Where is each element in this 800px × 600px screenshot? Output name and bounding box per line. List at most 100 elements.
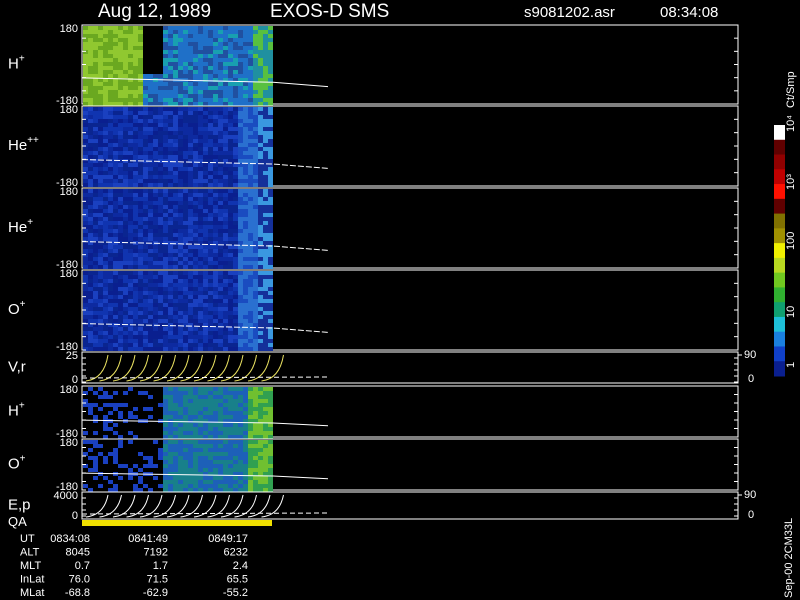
spectrogram-cell xyxy=(178,171,183,175)
spectrogram-cell xyxy=(173,403,178,407)
spectrogram-cell xyxy=(233,217,238,221)
spectrogram-cell xyxy=(188,139,193,143)
spectrogram-cell xyxy=(113,217,118,221)
spectrogram-cell xyxy=(108,86,113,90)
spectrogram-cell xyxy=(148,123,153,127)
spectrogram-cell xyxy=(148,295,153,299)
spectrogram-cell xyxy=(148,311,153,315)
spectrogram-cell xyxy=(143,279,148,283)
spectrogram-cell xyxy=(173,253,178,257)
spectrogram-cell xyxy=(98,30,103,34)
spectrogram-cell xyxy=(103,74,108,78)
spectrogram-cell xyxy=(158,253,163,257)
spectrogram-cell xyxy=(203,291,208,295)
spectrogram-cell xyxy=(223,155,228,159)
spectrogram-cell xyxy=(268,62,273,66)
spectrogram-cell xyxy=(253,295,258,299)
spectrogram-cell xyxy=(88,391,93,395)
spectrogram-cell xyxy=(243,58,248,62)
spectrogram-cell xyxy=(173,98,178,102)
spectrogram-cell xyxy=(173,484,178,488)
spectrogram-cell xyxy=(128,237,133,241)
spectrogram-cell xyxy=(128,291,133,295)
spectrogram-cell xyxy=(128,347,133,351)
spectrogram-cell xyxy=(218,167,223,171)
spectrogram-cell xyxy=(263,90,268,94)
spectrogram-cell xyxy=(148,391,153,395)
spectrogram-cell xyxy=(188,46,193,50)
spectrogram-cell xyxy=(223,179,228,183)
spectrogram-cell xyxy=(138,327,143,331)
spectrogram-cell xyxy=(253,119,258,123)
spectrogram-cell xyxy=(118,50,123,54)
spectrogram-cell xyxy=(153,26,158,30)
spectrogram-cell xyxy=(193,460,198,464)
spectrogram-cell xyxy=(88,135,93,139)
spectrogram-cell xyxy=(118,86,123,90)
spectrogram-cell xyxy=(233,323,238,327)
spectrogram-cell xyxy=(218,225,223,229)
spectrogram-cell xyxy=(138,331,143,335)
spectrogram-cell xyxy=(263,34,268,38)
spectrogram-cell xyxy=(248,460,253,464)
spectrogram-cell xyxy=(193,123,198,127)
spectrogram-cell xyxy=(193,464,198,468)
spectrogram-cell xyxy=(103,480,108,484)
spectrogram-cell xyxy=(203,86,208,90)
spectrogram-cell xyxy=(238,299,243,303)
spectrogram-cell xyxy=(228,205,233,209)
spectrogram-cell xyxy=(138,452,143,456)
spectrogram-cell xyxy=(248,480,253,484)
spectrogram-cell xyxy=(178,303,183,307)
spectrogram-cell xyxy=(143,343,148,347)
spectrogram-cell xyxy=(183,295,188,299)
spectrogram-cell xyxy=(153,167,158,171)
spectrogram-cell xyxy=(198,476,203,480)
spectrogram-cell xyxy=(123,175,128,179)
spectrogram-cell xyxy=(103,86,108,90)
spectrogram-cell xyxy=(113,480,118,484)
spectrogram-cell xyxy=(168,94,173,98)
spectrogram-cell xyxy=(258,249,263,253)
spectrogram-cell xyxy=(98,307,103,311)
spectrogram-cell xyxy=(128,155,133,159)
spectrogram-cell xyxy=(218,335,223,339)
spectrogram-cell xyxy=(113,123,118,127)
spectrogram-cell xyxy=(213,42,218,46)
spectrogram-cell xyxy=(148,74,153,78)
spectrogram-cell xyxy=(253,335,258,339)
spectrogram-cell xyxy=(218,249,223,253)
spectrogram-cell xyxy=(83,205,88,209)
spectrogram-cell xyxy=(208,143,213,147)
spectrogram-cell xyxy=(133,167,138,171)
spectrogram-cell xyxy=(83,431,88,435)
spectrogram-cell xyxy=(163,271,168,275)
spectrogram-cell xyxy=(258,62,263,66)
spectrogram-cell xyxy=(178,139,183,143)
spectrogram-cell xyxy=(98,163,103,167)
spectrogram-cell xyxy=(153,34,158,38)
spectrogram-cell xyxy=(248,107,253,111)
spectrogram-cell xyxy=(183,311,188,315)
spectrogram-cell xyxy=(208,189,213,193)
spectrogram-cell xyxy=(138,399,143,403)
spectrogram-cell xyxy=(208,54,213,58)
spectrogram-cell xyxy=(168,456,173,460)
spectrogram-cell xyxy=(258,476,263,480)
spectrogram-cell xyxy=(163,30,168,34)
spectrogram-cell xyxy=(223,387,228,391)
spectrogram-cells xyxy=(83,107,273,187)
spectrogram-cell xyxy=(158,107,163,111)
spectrogram-cell xyxy=(243,307,248,311)
spectrogram-cell xyxy=(168,58,173,62)
spectrogram-cell xyxy=(213,427,218,431)
spectrogram-cell xyxy=(228,303,233,307)
spectrogram-cell xyxy=(213,245,218,249)
spectrogram-cell xyxy=(118,30,123,34)
y-axis-max: 180 xyxy=(60,384,78,396)
spectrogram-cell xyxy=(168,271,173,275)
spectrogram-cell xyxy=(268,303,273,307)
spectrogram-cell xyxy=(173,415,178,419)
spectrogram-cell xyxy=(258,127,263,131)
spectrogram-cell xyxy=(98,183,103,187)
